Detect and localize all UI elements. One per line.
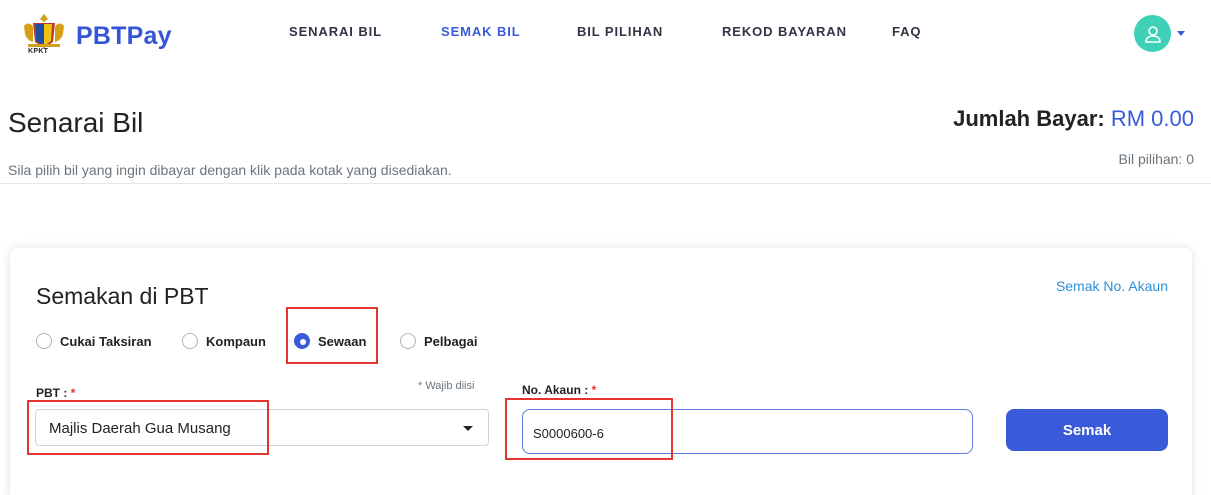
account-input-wrapper xyxy=(522,409,973,454)
nav-rekod-bayaran[interactable]: REKOD BAYARAN xyxy=(722,24,847,39)
user-icon[interactable] xyxy=(1134,15,1171,52)
radio-label: Cukai Taksiran xyxy=(60,333,152,349)
pbt-selected-value: Majlis Daerah Gua Musang xyxy=(49,420,231,437)
account-label: No. Akaun : * xyxy=(522,383,596,397)
crest-caption: KPKT xyxy=(28,48,49,55)
total-amount: RM 0.00 xyxy=(1110,106,1194,131)
required-mark: * xyxy=(591,383,597,397)
semakan-card: Semakan di PBT Semak No. Akaun Cukai Tak… xyxy=(9,247,1193,495)
radio-button[interactable] xyxy=(36,333,52,349)
radio-label: Pelbagai xyxy=(424,333,478,349)
nav-semak-bil[interactable]: SEMAK BIL xyxy=(441,24,521,39)
nav-faq[interactable]: FAQ xyxy=(892,24,921,39)
pbt-label-text: PBT : xyxy=(36,386,68,400)
radio-label: Sewaan xyxy=(318,333,367,349)
account-label-text: No. Akaun : xyxy=(522,383,589,397)
radio-button-checked[interactable] xyxy=(294,333,310,349)
account-number-input[interactable] xyxy=(533,423,953,443)
nav-bil-pilihan[interactable]: BIL PILIHAN xyxy=(577,24,663,39)
selected-bill-count: Bil pilihan: 0 xyxy=(1118,151,1195,167)
chevron-down-icon[interactable] xyxy=(1177,31,1185,36)
pbt-label: PBT : * xyxy=(36,386,75,400)
page-title: Senarai Bil xyxy=(8,107,144,138)
radio-label: Kompaun xyxy=(206,333,266,349)
top-navbar: KPKT PBTPay SENARAI BIL SEMAK BIL BIL PI… xyxy=(0,0,1211,72)
total-payment: Jumlah Bayar: RM 0.00 xyxy=(953,106,1194,132)
brand-name: PBTPay xyxy=(76,21,172,50)
radio-button[interactable] xyxy=(400,333,416,349)
semak-no-akaun-link[interactable]: Semak No. Akaun xyxy=(1056,278,1168,294)
radio-cukai-taksiran[interactable]: Cukai Taksiran xyxy=(36,333,152,349)
pbt-select[interactable]: Majlis Daerah Gua Musang xyxy=(35,409,489,446)
semak-button[interactable]: Semak xyxy=(1006,409,1168,451)
required-mark: * xyxy=(70,386,76,400)
radio-pelbagai[interactable]: Pelbagai xyxy=(400,333,477,349)
radio-sewaan[interactable]: Sewaan xyxy=(294,333,366,349)
card-title: Semakan di PBT xyxy=(36,283,209,309)
required-hint: * Wajib diisi xyxy=(418,380,475,392)
radio-button[interactable] xyxy=(182,333,198,349)
page-subtitle: Sila pilih bil yang ingin dibayar dengan… xyxy=(8,162,452,178)
total-label: Jumlah Bayar: xyxy=(953,106,1105,131)
user-menu[interactable] xyxy=(1134,15,1185,52)
chevron-down-icon[interactable] xyxy=(463,426,473,431)
radio-kompaun[interactable]: Kompaun xyxy=(182,333,266,349)
crest-icon: KPKT xyxy=(18,10,70,62)
nav-senarai-bil[interactable]: SENARAI BIL xyxy=(289,24,382,39)
brand[interactable]: KPKT PBTPay xyxy=(18,10,172,62)
